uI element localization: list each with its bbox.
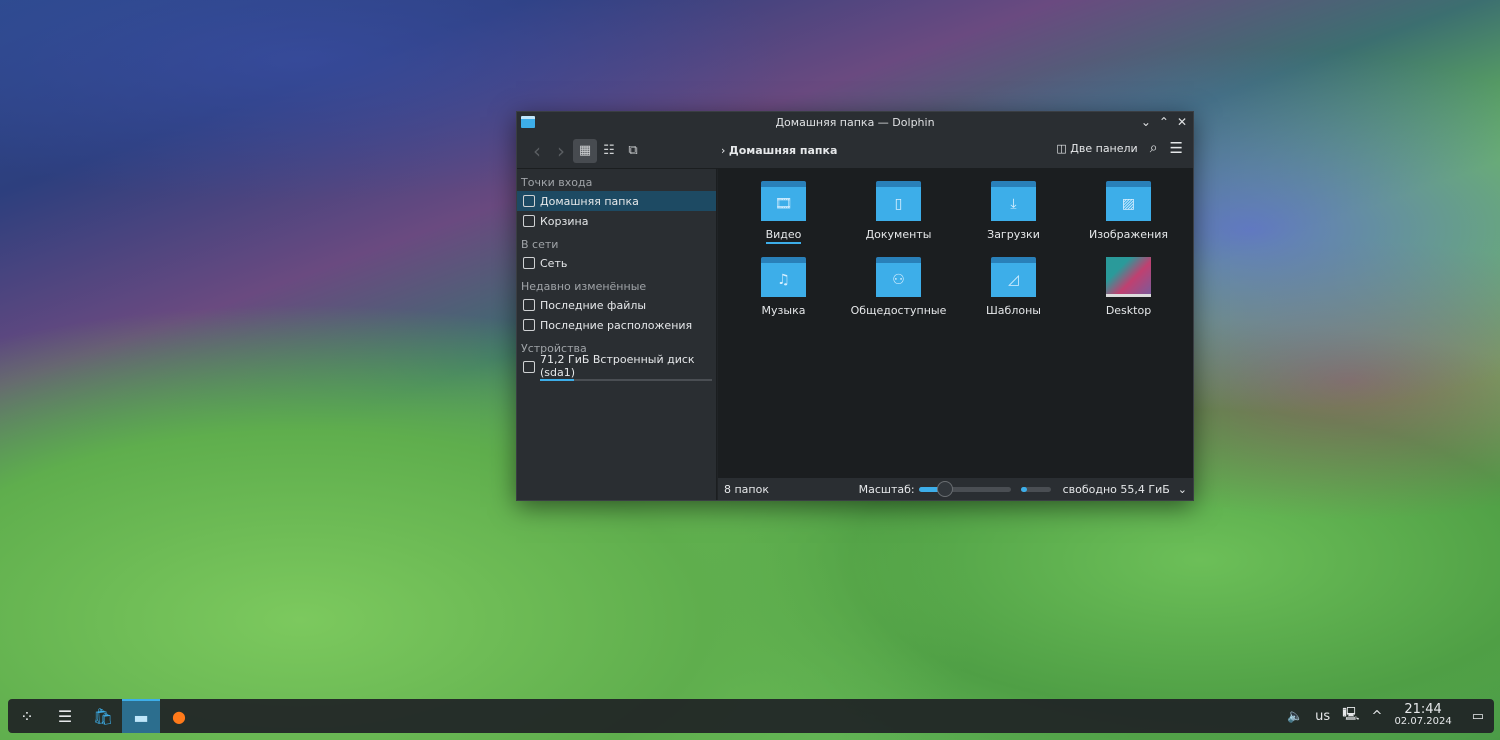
firefox-icon[interactable]: ● (160, 699, 198, 733)
places-item-label: Сеть (540, 256, 568, 270)
places-section-title: В сети (521, 238, 559, 251)
folder-item[interactable]: ⤓ Загрузки (956, 181, 1071, 244)
folder-item[interactable]: 🎞 Видео (726, 181, 841, 244)
breadcrumb-home[interactable]: Домашняя папка (729, 144, 838, 157)
free-space: свободно 55,4 ГиБ (1062, 482, 1170, 496)
close-button[interactable]: ✕ (1177, 112, 1187, 133)
recent-locations-icon (523, 319, 535, 331)
discover-store-icon[interactable]: 🛍 (84, 699, 122, 733)
places-section-title: Недавно изменённые (521, 280, 647, 293)
keyboard-layout[interactable]: us (1315, 709, 1330, 724)
places-item[interactable]: Домашняя папка (517, 191, 716, 211)
folder-icon: 🎞 (761, 181, 806, 221)
folder-icon: ▨ (1106, 181, 1151, 221)
status-bar: 8 папок Масштаб: свободно 55,4 ГиБ ⌄ (718, 477, 1193, 500)
folder-item[interactable]: ▯ Документы (841, 181, 956, 244)
zoom-slider[interactable] (918, 480, 1011, 497)
back-button[interactable]: ‹ (525, 139, 549, 163)
folder-item[interactable]: ◿ Шаблоны (956, 257, 1071, 317)
forward-button[interactable]: › (549, 139, 573, 163)
places-item[interactable]: 71,2 ГиБ Встроенный диск (sda1) (517, 353, 716, 381)
folder-item[interactable]: Desktop (1071, 257, 1186, 317)
title-bar[interactable]: Домашняя папка — Dolphin ⌄ ⌃ ✕ (517, 112, 1193, 133)
recent-files-icon (523, 299, 535, 311)
details-view-button[interactable]: ⧉ (621, 139, 645, 163)
chevron-down-icon[interactable]: ⌄ (1178, 483, 1187, 496)
folder-icon: ♫ (761, 257, 806, 297)
tray-expand-icon[interactable]: ^ (1372, 709, 1383, 724)
places-item-label: Последние расположения (540, 318, 693, 332)
split-label: Две панели (1070, 141, 1138, 155)
icons-view-button[interactable]: ▦ (573, 138, 597, 163)
folder-name: Изображения (1089, 228, 1168, 241)
clock[interactable]: 21:44 02.07.2024 (1394, 702, 1452, 728)
places-section-title: Точки входа (521, 176, 593, 189)
system-settings-icon[interactable]: ☰ (46, 699, 84, 733)
compact-view-button[interactable]: ☷ (597, 139, 621, 163)
places-item[interactable]: Последние файлы (517, 295, 716, 315)
places-item[interactable]: Последние расположения (517, 315, 716, 335)
folder-icon: ▯ (876, 181, 921, 221)
folder-name: Desktop (1105, 304, 1152, 317)
places-panel: Точки входа Домашняя папка Корзина В сети Се… (517, 169, 717, 500)
network-icon (523, 257, 535, 269)
hamburger-menu-icon[interactable]: ☰ (1170, 139, 1183, 157)
search-icon[interactable]: ⌕ (1150, 140, 1158, 156)
chevron-right-icon: › (721, 144, 729, 157)
home-icon (523, 195, 535, 207)
item-count: 8 папок (724, 482, 769, 496)
folder-name: Видео (765, 228, 802, 244)
places-item-label: 71,2 ГиБ Встроенный диск (sda1) (540, 353, 695, 379)
folder-item[interactable]: ⚇ Общедоступные (841, 257, 956, 317)
folder-name: Документы (865, 228, 932, 241)
clock-time: 21:44 (1404, 702, 1442, 717)
places-item-label: Домашняя папка (540, 194, 639, 208)
trash-icon (523, 215, 535, 227)
taskbar: ⁘ ☰ 🛍 ▬ ● 🔈 us 🖳 ^ 21:44 02.07.2024 ▭ (8, 699, 1494, 733)
folder-icon: ◿ (991, 257, 1036, 297)
places-item[interactable]: Сеть (517, 253, 716, 273)
disk-usage-bar (1020, 486, 1051, 492)
minimize-button[interactable]: ⌄ (1141, 112, 1151, 133)
maximize-button[interactable]: ⌃ (1159, 112, 1169, 133)
breadcrumb[interactable]: › Домашняя папка (721, 144, 837, 157)
split-icon: ◫ (1056, 141, 1067, 155)
desktop-folder-thumbnail (1106, 257, 1151, 297)
folder-icon: ⤓ (991, 181, 1036, 221)
network-tray-icon[interactable]: 🖳 (1342, 705, 1359, 727)
volume-icon[interactable]: 🔈 (1287, 709, 1303, 724)
show-desktop-icon[interactable]: ▭ (1472, 709, 1484, 724)
folder-item[interactable]: ♫ Музыка (726, 257, 841, 317)
folder-name: Общедоступные (850, 304, 947, 317)
folder-icon: ⚇ (876, 257, 921, 297)
drive-icon (523, 361, 535, 373)
places-item[interactable]: Корзина (517, 211, 716, 231)
folder-item[interactable]: ▨ Изображения (1071, 181, 1186, 244)
split-view-button[interactable]: ◫ Две панели (1056, 142, 1137, 155)
clock-date: 02.07.2024 (1394, 716, 1452, 727)
places-item-label: Корзина (540, 214, 589, 228)
disk-capacity-bar (540, 379, 712, 381)
toolbar: ‹ › ▦ ☷ ⧉ › Домашняя папка ◫ Две панели … (517, 133, 1193, 169)
window-title: Домашняя папка — Dolphin (775, 116, 935, 129)
places-item-label: Последние файлы (540, 298, 647, 312)
file-view[interactable]: 🎞 Видео ▯ Документы ⤓ Загрузки ▨ Изображения ♫ Му… (718, 169, 1193, 477)
folder-name: Загрузки (987, 228, 1040, 241)
dolphin-window: Домашняя папка — Dolphin ⌄ ⌃ ✕ ‹ › ▦ ☷ ⧉… (516, 111, 1194, 501)
folder-name: Шаблоны (986, 304, 1041, 317)
dolphin-app-icon (521, 116, 535, 128)
folder-name: Музыка (761, 304, 806, 317)
dolphin-task-icon[interactable]: ▬ (122, 699, 160, 733)
zoom-label: Масштаб: (858, 482, 915, 496)
app-launcher-icon[interactable]: ⁘ (8, 699, 46, 733)
